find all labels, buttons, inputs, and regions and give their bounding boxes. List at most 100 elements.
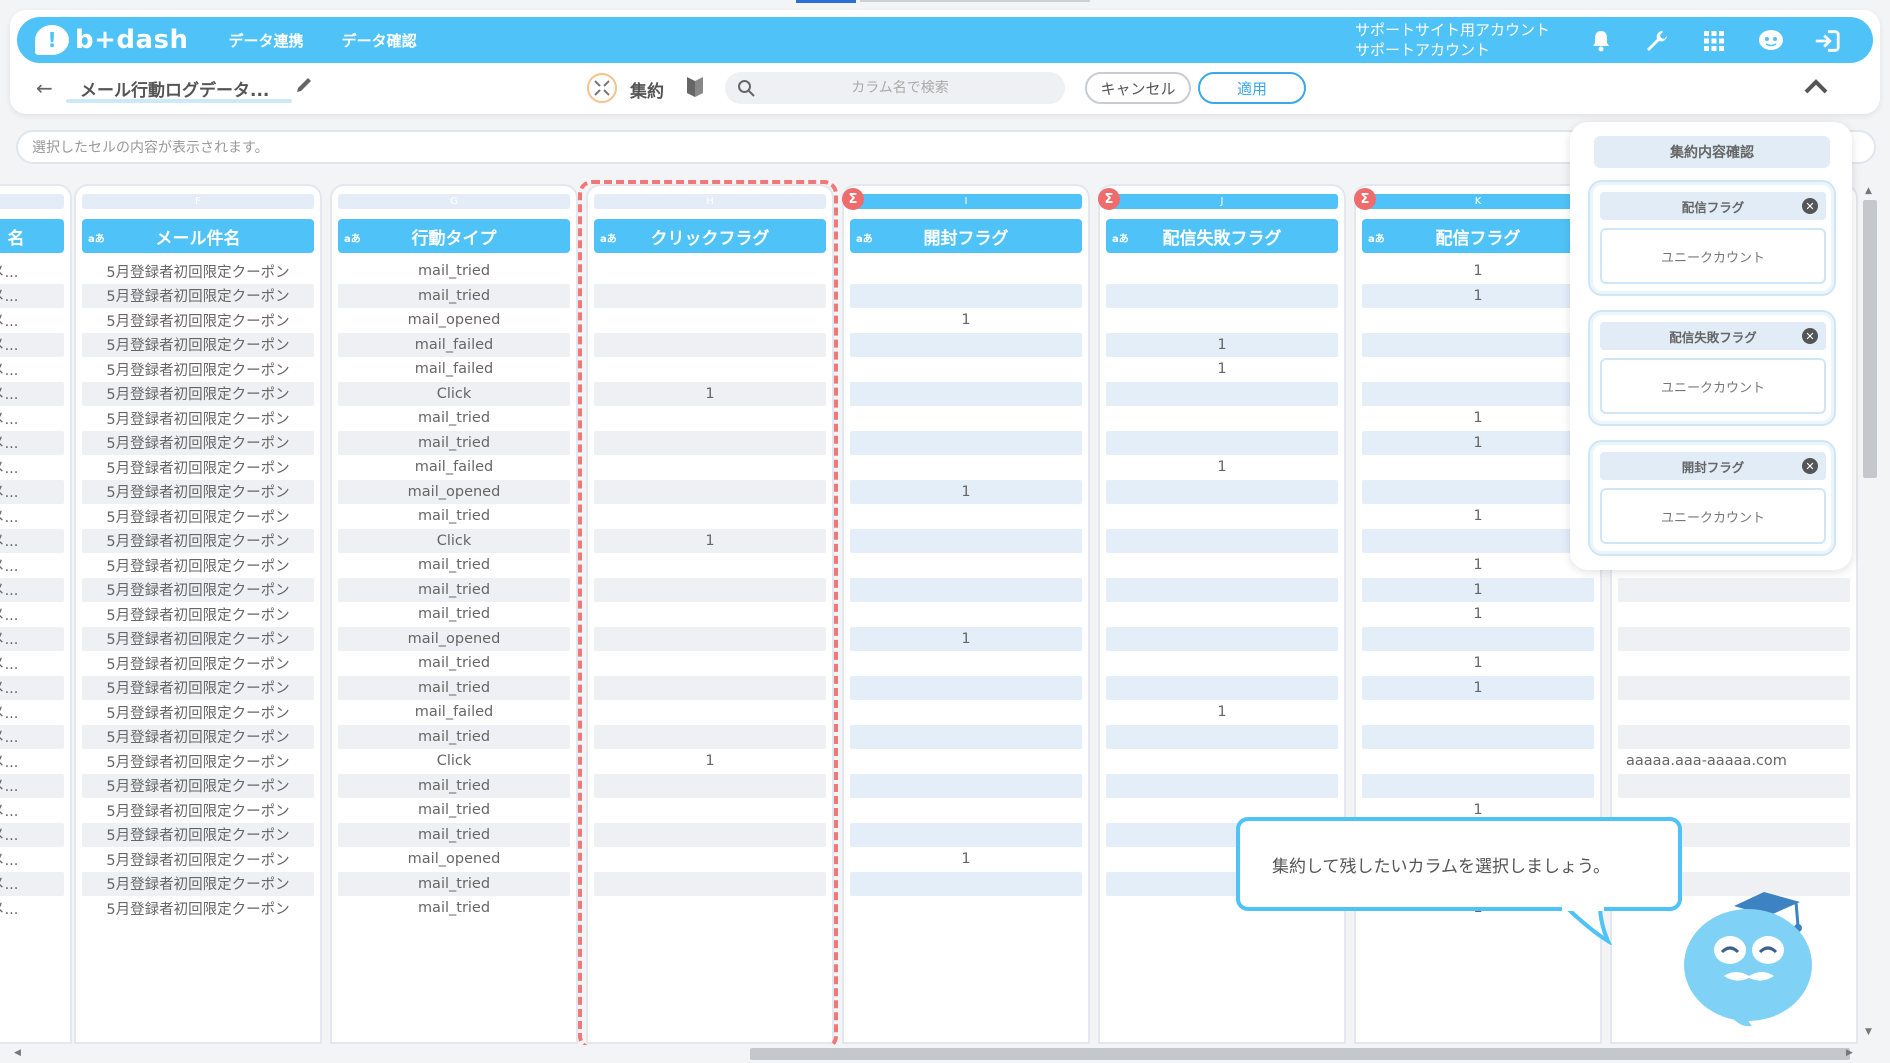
table-cell[interactable]: [850, 651, 1082, 676]
table-cell[interactable]: [850, 749, 1082, 774]
table-cell[interactable]: 1: [1362, 675, 1594, 700]
grid-column[interactable]: J Σaあ 配信失敗フラグ 1 1 1 1: [1098, 184, 1346, 1044]
table-cell[interactable]: [1362, 455, 1594, 480]
table-cell[interactable]: [1106, 504, 1338, 529]
apply-button[interactable]: 適用: [1198, 72, 1306, 104]
table-cell[interactable]: mail_tried: [338, 602, 570, 627]
summary-method[interactable]: ユニークカウント: [1600, 488, 1826, 544]
table-cell[interactable]: [594, 675, 826, 700]
table-cell[interactable]: [1106, 675, 1338, 700]
table-cell[interactable]: 5月登録者初回限定クーポン: [82, 871, 314, 896]
table-cell[interactable]: [1618, 577, 1850, 602]
table-cell[interactable]: Click: [338, 749, 570, 774]
table-cell[interactable]: [850, 602, 1082, 627]
table-cell[interactable]: 1: [594, 381, 826, 406]
table-cell[interactable]: 1: [1362, 283, 1594, 308]
table-cell[interactable]: [1618, 602, 1850, 627]
scroll-right-arrow-icon[interactable]: ▶: [1846, 1048, 1853, 1058]
table-cell[interactable]: [1106, 308, 1338, 333]
table-cell[interactable]: [850, 283, 1082, 308]
table-cell[interactable]: mail_failed: [338, 357, 570, 382]
table-cell[interactable]: [850, 528, 1082, 553]
table-cell[interactable]: 5月登録者初回限定クーポン: [82, 724, 314, 749]
table-cell[interactable]: [1618, 675, 1850, 700]
table-cell[interactable]: [594, 332, 826, 357]
table-cell[interactable]: [594, 822, 826, 847]
table-cell[interactable]: ンメ...: [0, 896, 64, 921]
table-cell[interactable]: [1618, 700, 1850, 725]
table-cell[interactable]: ンメ...: [0, 724, 64, 749]
table-cell[interactable]: [1106, 577, 1338, 602]
table-cell[interactable]: [850, 504, 1082, 529]
table-cell[interactable]: mail_opened: [338, 308, 570, 333]
table-cell[interactable]: 1: [1362, 577, 1594, 602]
table-cell[interactable]: mail_tried: [338, 798, 570, 823]
table-cell[interactable]: 5月登録者初回限定クーポン: [82, 357, 314, 382]
table-cell[interactable]: [594, 455, 826, 480]
table-cell[interactable]: [1362, 528, 1594, 553]
table-cell[interactable]: 1: [1362, 406, 1594, 431]
table-cell[interactable]: 1: [850, 308, 1082, 333]
close-icon[interactable]: ✕: [1802, 198, 1818, 214]
table-cell[interactable]: 1: [850, 479, 1082, 504]
table-cell[interactable]: mail_tried: [338, 553, 570, 578]
table-cell[interactable]: ンメ...: [0, 430, 64, 455]
grid-column[interactable]: Gaあ 行動タイプ mail_tried mail_tried mail_opened m…: [330, 184, 578, 1044]
table-cell[interactable]: [850, 332, 1082, 357]
table-cell[interactable]: 5月登録者初回限定クーポン: [82, 479, 314, 504]
table-cell[interactable]: ンメ...: [0, 406, 64, 431]
table-cell[interactable]: ンメ...: [0, 651, 64, 676]
table-cell[interactable]: 1: [1362, 430, 1594, 455]
table-cell[interactable]: 5月登録者初回限定クーポン: [82, 577, 314, 602]
table-cell[interactable]: [1362, 724, 1594, 749]
table-cell[interactable]: [594, 896, 826, 921]
table-cell[interactable]: [1362, 308, 1594, 333]
table-cell[interactable]: [1362, 749, 1594, 774]
table-cell[interactable]: mail_tried: [338, 773, 570, 798]
table-cell[interactable]: ンメ...: [0, 871, 64, 896]
column-header[interactable]: aあ 配信失敗フラグ: [1106, 219, 1338, 253]
table-cell[interactable]: mail_tried: [338, 430, 570, 455]
table-cell[interactable]: 5月登録者初回限定クーポン: [82, 504, 314, 529]
scroll-down-arrow-icon[interactable]: ▼: [1865, 1027, 1872, 1037]
table-cell[interactable]: ンメ...: [0, 602, 64, 627]
table-cell[interactable]: 5月登録者初回限定クーポン: [82, 455, 314, 480]
table-cell[interactable]: [1362, 381, 1594, 406]
table-cell[interactable]: 5月登録者初回限定クーポン: [82, 700, 314, 725]
table-cell[interactable]: mail_opened: [338, 626, 570, 651]
close-icon[interactable]: ✕: [1802, 458, 1818, 474]
table-cell[interactable]: 5月登録者初回限定クーポン: [82, 308, 314, 333]
table-cell[interactable]: ンメ...: [0, 381, 64, 406]
table-cell[interactable]: ンメ...: [0, 528, 64, 553]
table-cell[interactable]: 5月登録者初回限定クーポン: [82, 626, 314, 651]
table-cell[interactable]: ンメ...: [0, 283, 64, 308]
table-cell[interactable]: [594, 847, 826, 872]
summary-method[interactable]: ユニークカウント: [1600, 228, 1826, 284]
table-cell[interactable]: [594, 479, 826, 504]
logo[interactable]: ! b+dash: [35, 25, 189, 55]
table-cell[interactable]: [594, 773, 826, 798]
table-cell[interactable]: [850, 773, 1082, 798]
table-cell[interactable]: ンメ...: [0, 749, 64, 774]
table-cell[interactable]: 5月登録者初回限定クーポン: [82, 430, 314, 455]
table-cell[interactable]: [594, 308, 826, 333]
cancel-button[interactable]: キャンセル: [1085, 72, 1191, 104]
table-cell[interactable]: ンメ...: [0, 773, 64, 798]
table-cell[interactable]: [594, 700, 826, 725]
table-cell[interactable]: 1: [1362, 651, 1594, 676]
table-cell[interactable]: [594, 626, 826, 651]
column-header[interactable]: aあ メール件名: [82, 219, 314, 253]
table-cell[interactable]: mail_failed: [338, 332, 570, 357]
table-cell[interactable]: 5月登録者初回限定クーポン: [82, 528, 314, 553]
table-cell[interactable]: [850, 798, 1082, 823]
table-cell[interactable]: [1362, 357, 1594, 382]
table-cell[interactable]: [594, 651, 826, 676]
column-header[interactable]: aあ 行動タイプ: [338, 219, 570, 253]
table-cell[interactable]: 1: [850, 626, 1082, 651]
table-cell[interactable]: [1618, 724, 1850, 749]
table-cell[interactable]: [850, 822, 1082, 847]
column-header[interactable]: aあ 開封フラグ: [850, 219, 1082, 253]
table-cell[interactable]: 1: [1106, 357, 1338, 382]
table-cell[interactable]: [850, 700, 1082, 725]
table-cell[interactable]: 5月登録者初回限定クーポン: [82, 822, 314, 847]
